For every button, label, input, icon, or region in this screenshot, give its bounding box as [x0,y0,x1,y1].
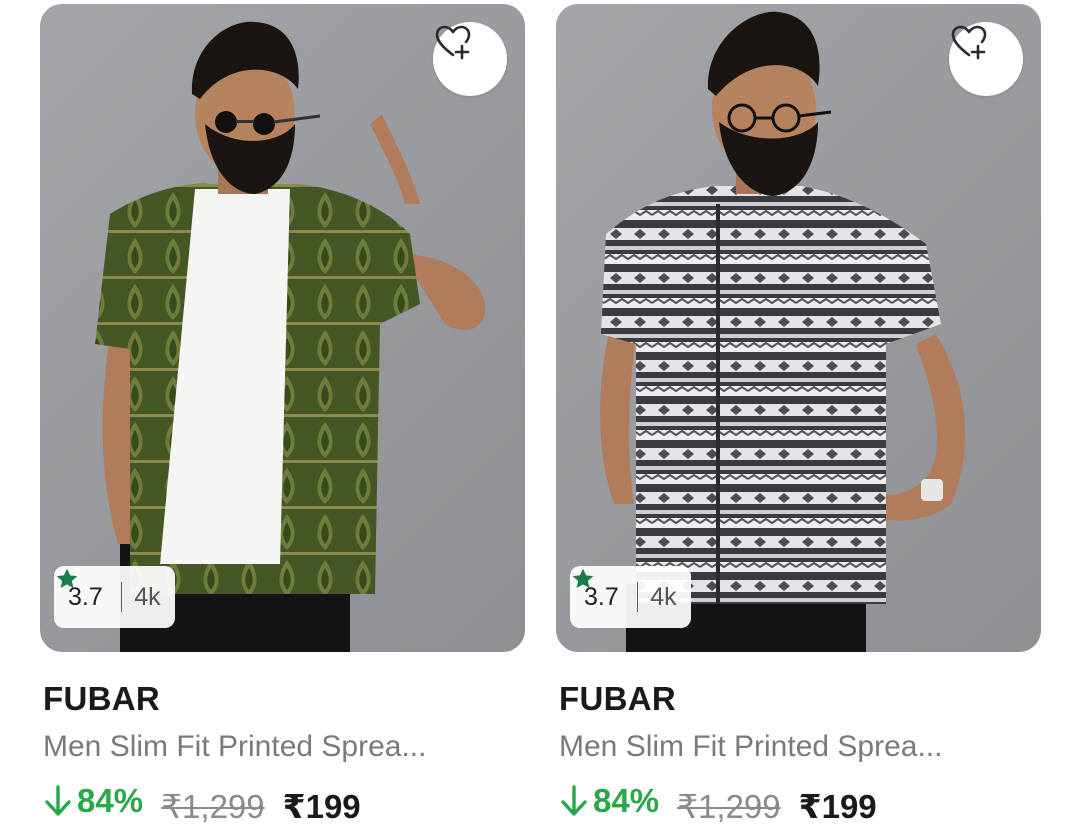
rating-count: 4k [650,582,677,611]
divider [120,582,123,612]
rating-badge: 3.7 4k [54,566,175,628]
rating-badge: 3.7 4k [570,566,691,628]
heart-plus-icon [951,25,987,60]
brand-name: FUBAR [559,680,676,717]
discount: 84% [559,782,659,820]
original-price: ₹1,299 [677,788,781,825]
product-card[interactable]: 3.7 4k FUBAR Men Slim Fit Printed Sprea.… [556,0,1056,837]
heart-plus-icon [435,25,471,60]
product-card[interactable]: 3.7 4k FUBAR Men Slim Fit Printed Sprea.… [40,0,540,837]
product-image[interactable]: 3.7 4k [556,4,1041,652]
product-title[interactable]: Men Slim Fit Printed Sprea... [43,730,426,764]
original-price: ₹1,299 [161,788,265,825]
model-green-shirt-illustration [95,21,486,652]
sale-price: ₹199 [282,788,361,825]
discount-value: 84% [593,782,660,819]
divider [636,582,639,612]
price-row: 84% ₹1,299 ₹199 [559,782,877,826]
arrow-down-icon [559,784,593,818]
wishlist-button[interactable] [433,22,507,96]
price-row: 84% ₹1,299 ₹199 [43,782,361,826]
sale-price: ₹199 [798,788,877,825]
brand-name: FUBAR [43,680,160,717]
product-image[interactable]: 3.7 4k [40,4,525,652]
product-grid: 3.7 4k FUBAR Men Slim Fit Printed Sprea.… [0,0,1084,837]
rating-count: 4k [134,582,161,611]
model-striped-shirt-illustration [600,11,966,652]
discount: 84% [43,782,143,820]
discount-value: 84% [77,782,144,819]
arrow-down-icon [43,784,77,818]
wishlist-button[interactable] [949,22,1023,96]
product-title[interactable]: Men Slim Fit Printed Sprea... [559,730,942,764]
